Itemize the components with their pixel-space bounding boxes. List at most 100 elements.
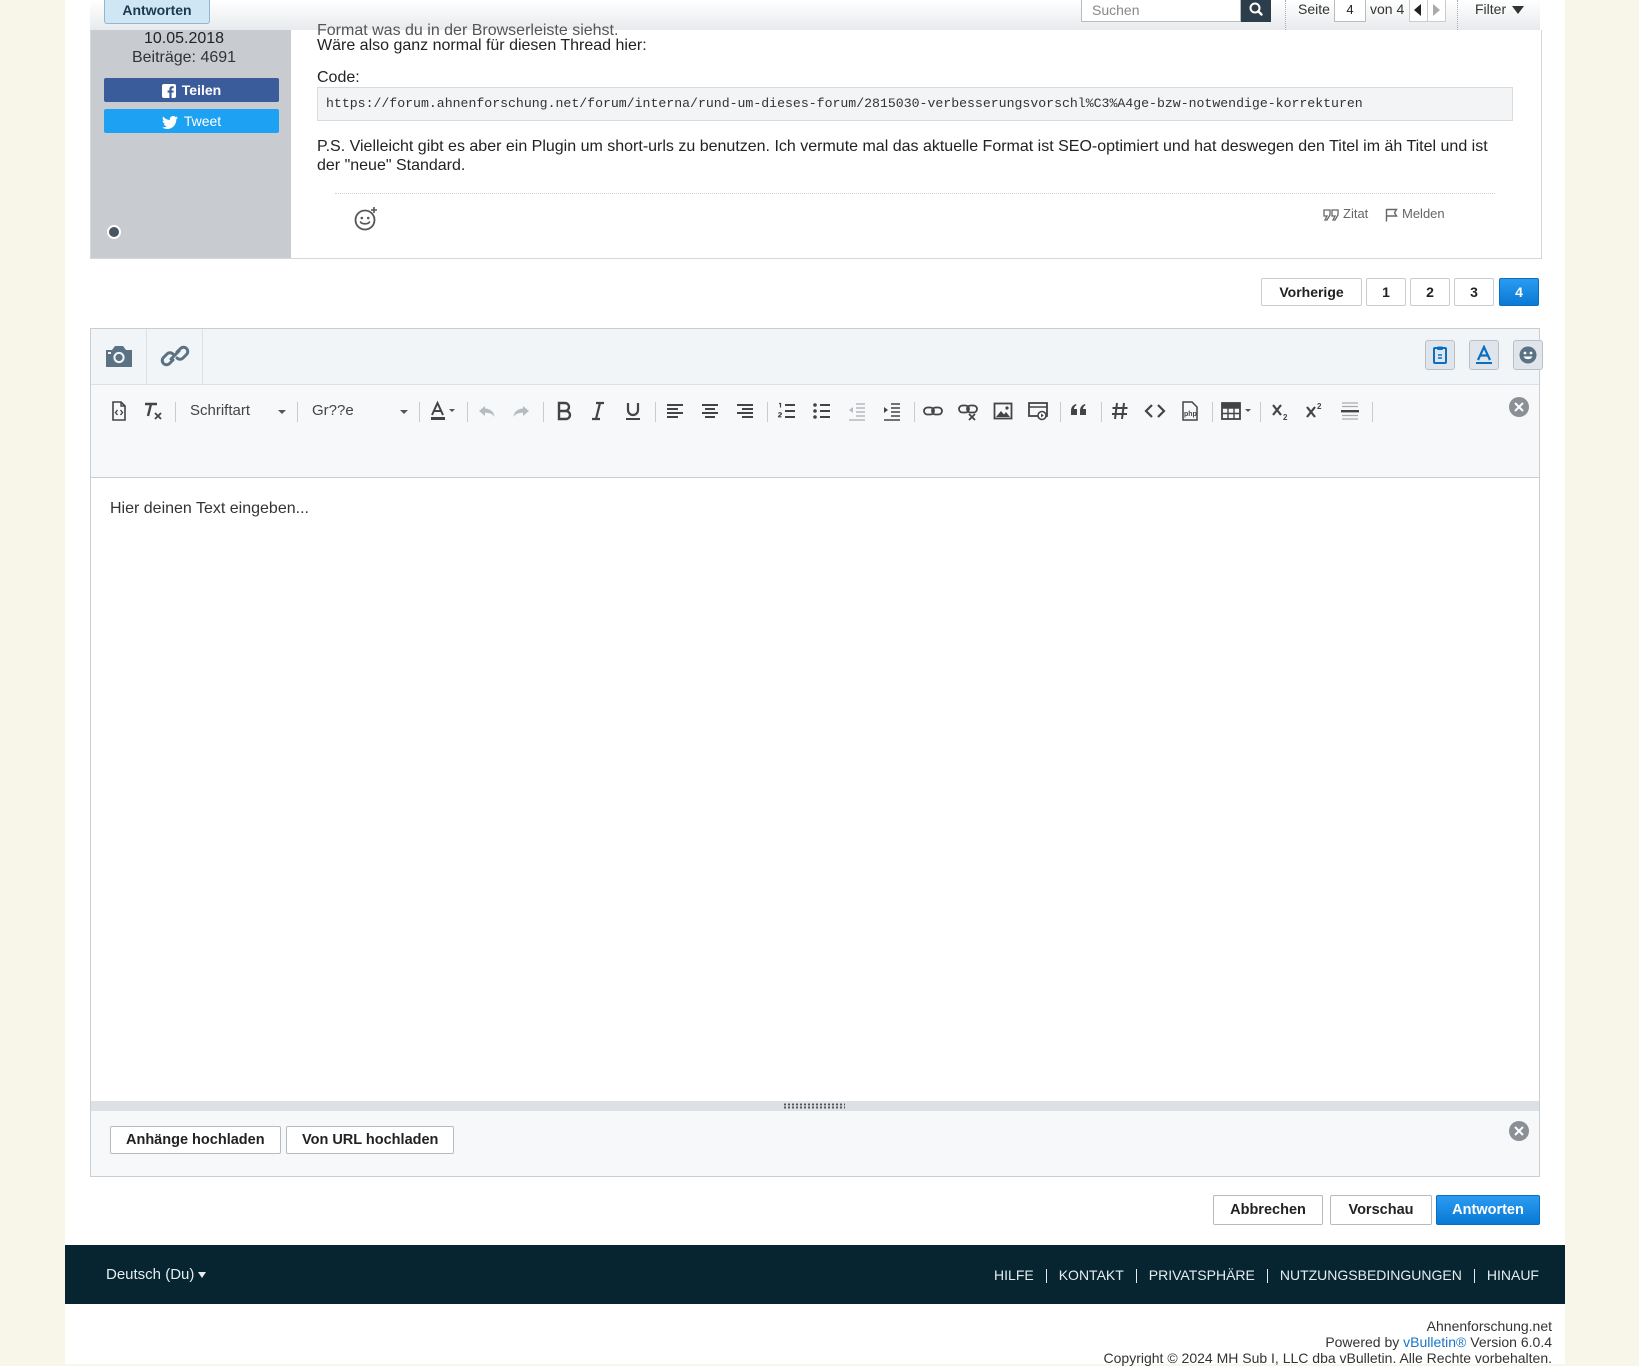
close-toolbar-button[interactable]: [1509, 397, 1529, 417]
page-label: Seite: [1298, 1, 1330, 17]
php-code-button[interactable]: php: [1179, 400, 1201, 422]
resize-grip-icon: [783, 1103, 845, 1109]
font-size-select[interactable]: Gr??e: [312, 400, 412, 422]
subscript-button[interactable]: 2: [1270, 400, 1292, 422]
vbulletin-link[interactable]: vBulletin®: [1403, 1334, 1466, 1350]
align-center-button[interactable]: [699, 400, 721, 422]
pagination-page-2[interactable]: 2: [1410, 278, 1450, 306]
prev-page-arrow[interactable]: [1409, 0, 1428, 22]
share-facebook-button[interactable]: Teilen: [104, 78, 279, 102]
online-status-icon: [107, 225, 121, 239]
horizontal-line-icon: [1341, 402, 1359, 420]
horizontal-rule-button[interactable]: [1339, 400, 1361, 422]
outdent-button[interactable]: [846, 400, 868, 422]
italic-button[interactable]: [587, 400, 609, 422]
clipboard-icon: [1433, 346, 1447, 364]
text-format-toggle-button[interactable]: [1469, 340, 1499, 370]
unlink-button[interactable]: [957, 400, 979, 422]
footer-link-terms[interactable]: NUTZUNGSBEDINGUNGEN: [1268, 1267, 1474, 1283]
php-file-icon: php: [1182, 401, 1198, 421]
align-left-button[interactable]: [664, 400, 686, 422]
pagination-page-4-current[interactable]: 4: [1499, 278, 1539, 306]
footer-link-privacy[interactable]: PRIVATSPHÄRE: [1137, 1267, 1267, 1283]
toolbar-separator: [1260, 402, 1261, 422]
outdent-icon: [849, 403, 865, 421]
insert-image-button[interactable]: [992, 400, 1014, 422]
bullet-list-button[interactable]: [811, 400, 833, 422]
reply-editor: Schriftart Gr??e php 2 2 Hier deinen Tex…: [90, 328, 1543, 1177]
thread-search-input[interactable]: Suchen: [1081, 0, 1241, 22]
footer-site-name: Ahnenforschung.net: [1426, 1318, 1552, 1334]
editor-tab-bar: [91, 329, 1543, 385]
preview-button[interactable]: Vorschau: [1330, 1195, 1432, 1225]
reply-button-top[interactable]: Antworten: [104, 0, 210, 24]
footer-link-top[interactable]: HINAUF: [1475, 1267, 1539, 1283]
insert-table-button[interactable]: [1220, 400, 1254, 422]
post-author-sidebar: 10.05.2018 Beiträge: 4691 Teilen Tweet: [91, 30, 291, 258]
pagination-page-3[interactable]: 3: [1454, 278, 1494, 306]
version-label: Version 6.0.4: [1470, 1334, 1552, 1350]
chain-link-icon: [923, 406, 943, 416]
toolbar-separator: [175, 402, 176, 422]
upload-from-url-button[interactable]: Von URL hochladen: [286, 1126, 455, 1154]
footer-link-help[interactable]: HILFE: [982, 1267, 1046, 1283]
clear-format-icon: [145, 402, 162, 420]
media-icon: [1028, 402, 1048, 421]
indent-button[interactable]: [881, 400, 903, 422]
source-mode-button[interactable]: [108, 400, 130, 422]
share-facebook-label: Teilen: [181, 82, 222, 98]
share-twitter-button[interactable]: Tweet: [104, 109, 279, 133]
next-page-arrow[interactable]: [1427, 0, 1446, 22]
redo-button[interactable]: [510, 400, 532, 422]
insert-link-button[interactable]: [922, 400, 944, 422]
code-block-button[interactable]: [1144, 400, 1166, 422]
undo-button[interactable]: [476, 400, 498, 422]
camera-icon: [106, 346, 132, 367]
upload-attachments-button[interactable]: Anhänge hochladen: [110, 1126, 281, 1154]
smiley-icon: [1519, 346, 1537, 364]
bold-button[interactable]: [553, 400, 575, 422]
add-reaction-button[interactable]: [353, 204, 381, 232]
code-block: https://forum.ahnenforschung.net/forum/i…: [317, 87, 1513, 121]
emoji-button[interactable]: [1513, 340, 1543, 370]
page-number-input[interactable]: 4: [1334, 0, 1366, 22]
toolbar-separator: [1060, 402, 1061, 422]
quote-block-button[interactable]: [1068, 400, 1090, 422]
remove-format-button[interactable]: [142, 400, 164, 422]
unlink-icon: [958, 404, 978, 421]
report-button[interactable]: Melden: [1385, 206, 1445, 222]
toolbar-separator: [1101, 402, 1102, 422]
author-post-count: Beiträge: 4691: [131, 49, 237, 66]
text-color-button[interactable]: [429, 400, 459, 422]
undo-icon: [479, 406, 495, 417]
font-size-value: Gr??e: [312, 402, 354, 419]
footer-links: HILFE KONTAKT PRIVATSPHÄRE NUTZUNGSBEDINGUN…: [982, 1267, 1539, 1284]
cancel-button[interactable]: Abbrechen: [1213, 1195, 1323, 1225]
close-attachments-button[interactable]: [1509, 1121, 1529, 1141]
font-family-value: Schriftart: [190, 402, 251, 419]
filter-dropdown[interactable]: Filter: [1475, 0, 1525, 18]
insert-video-button[interactable]: [1027, 400, 1049, 422]
footer-link-contact[interactable]: KONTAKT: [1047, 1267, 1136, 1283]
submit-reply-button[interactable]: Antworten: [1436, 1195, 1540, 1225]
pagination-page-1[interactable]: 1: [1366, 278, 1406, 306]
pagination-previous[interactable]: Vorherige: [1261, 278, 1362, 306]
language-selector[interactable]: Deutsch (Du): [106, 1266, 207, 1283]
page-total-label: von 4: [1370, 1, 1405, 17]
paste-button[interactable]: [1425, 340, 1455, 370]
insert-link-tab[interactable]: [147, 329, 203, 384]
editor-resize-handle[interactable]: [91, 1101, 1539, 1111]
font-family-select[interactable]: Schriftart: [190, 400, 290, 422]
post-ps-text: P.S. Vielleicht gibt es aber ein Plugin …: [317, 138, 1488, 174]
quote-button[interactable]: Zitat: [1323, 206, 1368, 222]
ordered-list-button[interactable]: [776, 400, 798, 422]
source-code-document-icon: [112, 401, 126, 421]
align-right-button[interactable]: [734, 400, 756, 422]
superscript-button[interactable]: 2: [1304, 400, 1326, 422]
underline-button[interactable]: [622, 400, 644, 422]
hashtag-button[interactable]: [1109, 400, 1131, 422]
indent-icon: [884, 403, 900, 421]
editor-text-area[interactable]: Hier deinen Text eingeben...: [91, 478, 1539, 1101]
insert-photo-tab[interactable]: [91, 329, 147, 384]
search-button[interactable]: [1241, 0, 1271, 22]
